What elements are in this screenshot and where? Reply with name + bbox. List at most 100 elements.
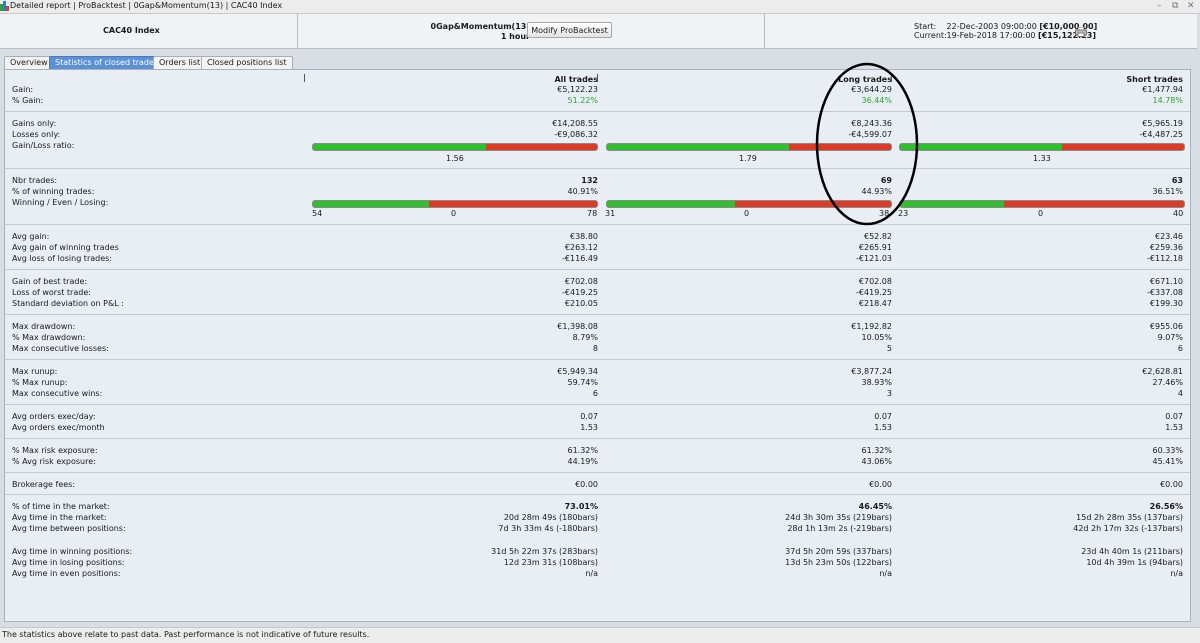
wel-bar-long [606,200,892,208]
stat-value-all: 8 [592,344,598,353]
stat-label: % Max risk exposure: [12,446,98,455]
stat-value-short: €0.00 [1160,480,1183,489]
stat-value-short: 23d 4h 40m 1s (211bars) [1081,547,1183,556]
stat-value-long: 13d 5h 23m 50s (122bars) [785,558,892,567]
column-marker [891,74,892,82]
stat-row-avg-time-between: Avg time between positions: 7d 3h 33m 4s… [5,523,1190,534]
section-divider [5,168,1190,169]
losing-count-short: 40 [1173,209,1184,218]
stat-value-all: €5,949.34 [557,367,598,376]
stat-label: Max consecutive wins: [12,389,103,398]
section-divider [5,438,1190,439]
stat-row-nbr-trades: Nbr trades: 132 69 63 [5,175,1190,186]
start-capital: [€10,000.00] [1039,22,1098,31]
stat-value-short: -€112.18 [1147,254,1183,263]
modify-probacktest-button[interactable]: Modify ProBacktest [527,22,612,38]
bar-green-segment [313,144,487,150]
even-count-long: 0 [744,209,750,218]
stat-value-short: 1.53 [1165,423,1183,432]
stat-value-long: 3 [886,389,892,398]
print-icon[interactable] [1075,27,1087,37]
stat-value-long: -€121.03 [856,254,892,263]
stat-value-short: €199.30 [1149,299,1183,308]
stat-label: Max runup: [12,367,58,376]
even-count-all: 0 [451,209,457,218]
stat-value-long: 24d 3h 30m 35s (219bars) [785,513,892,522]
stat-value-long: 69 [880,176,892,185]
stat-value-all: 12d 23m 31s (108bars) [503,558,598,567]
stat-label: Avg time between positions: [12,524,126,533]
stat-value-short: -€4,487.25 [1139,130,1183,139]
tab-overview[interactable]: Overview [4,56,54,69]
minimize-icon[interactable]: – [1157,1,1162,11]
stat-value-long: €3,877.24 [851,367,892,376]
stat-value-long: 5 [886,344,892,353]
header-divider [297,14,298,48]
column-header-all: All trades [554,75,598,84]
stat-value-all: 132 [581,176,598,185]
stat-value-short: 0.07 [1165,412,1183,421]
stat-value-short: €671.10 [1149,277,1183,286]
close-icon[interactable]: ✕ [1187,1,1195,11]
stat-row-brokerage: Brokerage fees: €0.00 €0.00 €0.00 [5,479,1190,490]
app-logo-icon [0,1,9,11]
stat-row-pct-max-drawdown: % Max drawdown: 8.79% 10.05% 9.07% [5,332,1190,343]
bar-green-segment [607,144,789,150]
losing-count-long: 38 [879,209,890,218]
stat-row-max-consecutive-losses: Max consecutive losses: 8 5 6 [5,343,1190,354]
bar-green-segment [313,201,430,207]
stat-row-avg-gain-winning: Avg gain of winning trades €263.12 €265.… [5,242,1190,253]
stat-row-avg-time-losing: Avg time in losing positions: 12d 23m 31… [5,557,1190,568]
stat-value-long: €52.82 [864,232,892,241]
stat-value-short: 4 [1177,389,1183,398]
stat-row-pct-max-runup: % Max runup: 59.74% 38.93% 27.46% [5,377,1190,388]
strategy-name: 0Gap&Momentum(13) [430,22,530,31]
stat-label: Nbr trades: [12,176,58,185]
stat-value-all: €210.05 [564,299,598,308]
stat-value-short: 45.41% [1152,457,1183,466]
current-label: Current: [914,31,947,40]
stat-label: Winning / Even / Losing: [12,198,109,207]
stat-value-long: 38.93% [861,378,892,387]
stat-value-long: 0.07 [874,412,892,421]
current-date: 19-Feb-2018 17:00:00 [946,31,1036,40]
stat-label: Avg orders exec/month [12,423,105,432]
stat-value-short: €259.36 [1149,243,1183,252]
stat-value-all: n/a [585,569,598,578]
ratio-value-short: 1.33 [1033,154,1051,163]
stat-value-all: 61.32% [567,446,598,455]
stat-label: % of winning trades: [12,187,95,196]
winning-count-short: 23 [898,209,909,218]
stat-value-short: n/a [1170,569,1183,578]
column-header-long: Long trades [838,75,892,84]
stat-value-long: €8,243.36 [851,119,892,128]
stat-value-short: 26.56% [1149,502,1183,511]
section-divider [5,314,1190,315]
winning-count-long: 31 [605,209,616,218]
stat-label: % Max runup: [12,378,68,387]
stat-value-long: €265.91 [858,243,892,252]
backtest-period: Start: 22-Dec-2003 09:00:00 [€10,000.00]… [914,22,1097,40]
window-titlebar: Detailed report | ProBacktest | 0Gap&Mom… [0,0,1200,14]
statistics-panel: All trades Long trades Short trades Gain… [4,69,1191,622]
losing-count-all: 78 [587,209,598,218]
tab-orders-list[interactable]: Orders list [153,56,207,69]
stat-value-all: €0.00 [575,480,598,489]
restore-icon[interactable]: ⧉ [1172,1,1178,11]
stat-value-long: 37d 5h 20m 59s (337bars) [785,547,892,556]
section-divider [5,111,1190,112]
section-divider [5,359,1190,360]
stat-value-short: €23.46 [1155,232,1183,241]
bar-green-segment [900,201,1004,207]
strategy-info: 0Gap&Momentum(13) 1 hour [420,22,530,42]
bar-green-segment [607,201,735,207]
stat-row-gains-only: Gains only: €14,208.55 €8,243.36 €5,965.… [5,118,1190,129]
tab-closed-positions-list[interactable]: Closed positions list [201,56,293,69]
tab-statistics-closed-trades[interactable]: Statistics of closed trades [49,56,165,69]
stat-value-all: 0.07 [580,412,598,421]
stat-value-short: €5,965.19 [1142,119,1183,128]
stat-row-max-runup: Max runup: €5,949.34 €3,877.24 €2,628.81 [5,366,1190,377]
stat-label: Avg gain of winning trades [12,243,119,252]
stat-value-long: €0.00 [869,480,892,489]
stat-label: Avg gain: [12,232,50,241]
